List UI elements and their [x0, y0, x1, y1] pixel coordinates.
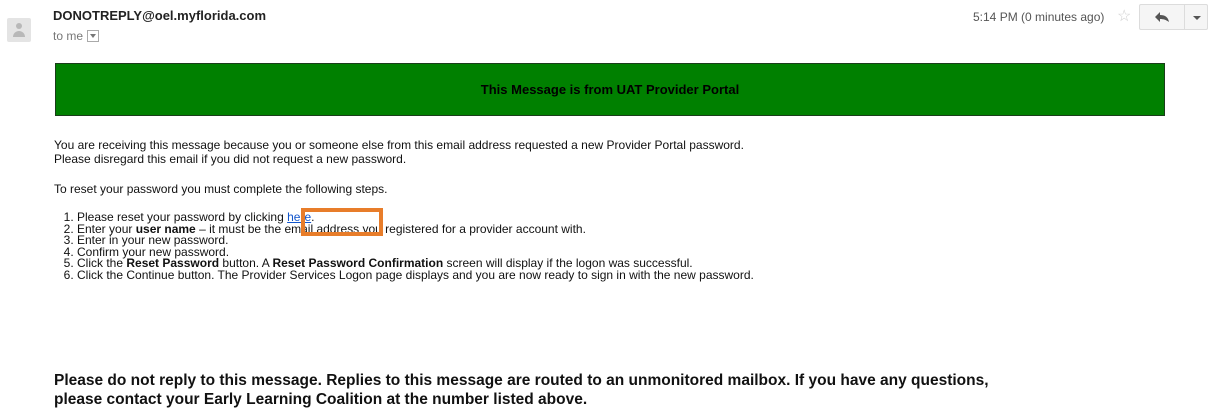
- reset-steps-list: Please reset your password by clicking h…: [54, 211, 754, 282]
- recipient-details-chevron-down-icon[interactable]: [87, 30, 100, 42]
- intro-line-1: You are receiving this message because y…: [54, 138, 744, 152]
- sender-avatar-person-icon: [7, 18, 31, 42]
- more-options-chevron-down-icon[interactable]: [1184, 4, 1208, 30]
- step-6: Click the Continue button. The Provider …: [77, 269, 754, 282]
- notice-line-1: Please do not reply to this message. Rep…: [54, 372, 989, 389]
- recipient-label: to me: [53, 29, 84, 43]
- reply-arrow-icon: [1155, 12, 1169, 22]
- notice-line-2: please contact your Early Learning Coali…: [54, 391, 588, 408]
- intro-line-2: Please disregard this email if you did n…: [54, 152, 407, 166]
- banner-text: This Message is from UAT Provider Portal: [480, 82, 740, 97]
- reply-button[interactable]: [1139, 4, 1185, 30]
- highlight-box: [301, 208, 383, 236]
- steps-intro: To reset your password you must complete…: [54, 182, 388, 196]
- avatar-body: [13, 31, 25, 37]
- portal-banner: This Message is from UAT Provider Portal: [55, 63, 1165, 116]
- sender-address[interactable]: DONOTREPLY@oel.myflorida.com: [53, 8, 266, 23]
- avatar-head: [16, 23, 22, 29]
- step-2-text-end: – it must be the email address you regis…: [195, 221, 586, 236]
- star-icon[interactable]: ☆: [1117, 6, 1131, 26]
- message-timestamp: 5:14 PM (0 minutes ago): [973, 10, 1105, 24]
- recipient-line: to me: [53, 29, 100, 43]
- no-reply-notice: Please do not reply to this message. Rep…: [54, 371, 989, 409]
